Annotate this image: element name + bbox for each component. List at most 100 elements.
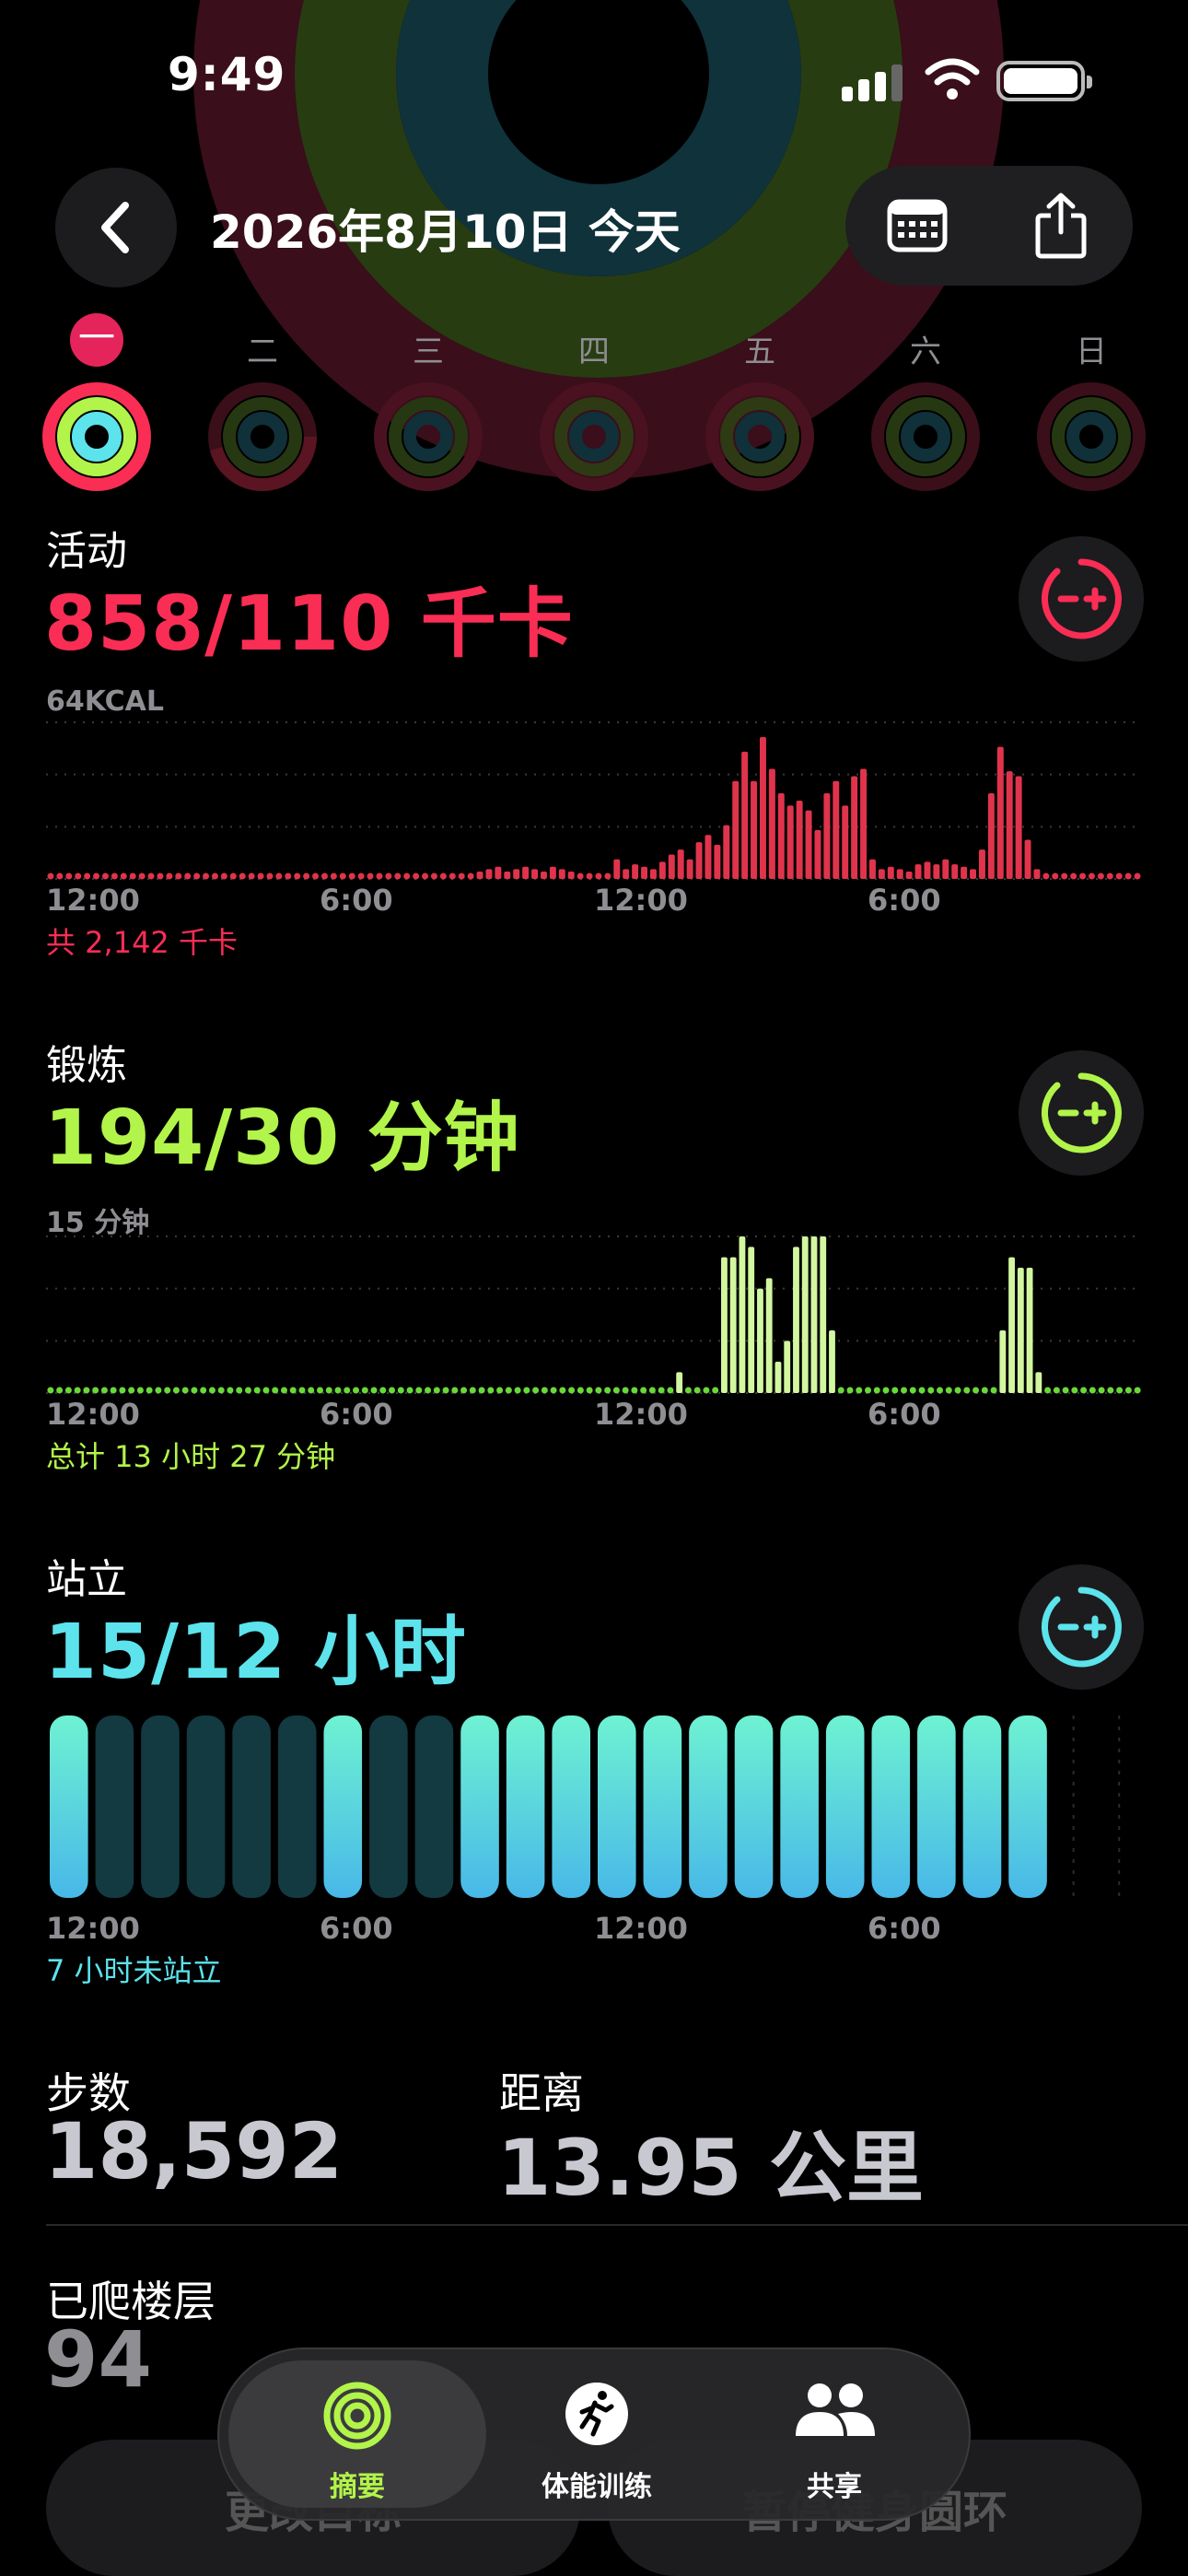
data-dot (712, 1387, 719, 1394)
data-dot (1080, 1387, 1088, 1394)
x-tick: 12:00 (46, 1911, 140, 1946)
data-dot (211, 872, 218, 880)
move-section: 活动 858/110 千卡 64KCAL 12:00 6:00 12:00 6:… (0, 518, 1188, 960)
date-title: 2026年8月10日 今天 (210, 205, 681, 259)
cellular-signal-icon (842, 64, 908, 101)
data-bar (567, 872, 575, 879)
tab-bar: 摘要 体能训练 共享 (217, 2348, 971, 2521)
data-dot (166, 872, 173, 880)
activity-rings-icon (42, 382, 151, 491)
day-thu[interactable]: 四 (525, 313, 663, 498)
stand-goal-button[interactable] (1019, 1564, 1144, 1690)
stand-hour-bar (506, 1715, 545, 1898)
back-button[interactable] (55, 168, 177, 287)
move-value: 858/110 千卡 (44, 580, 574, 668)
day-sat[interactable]: 六 (856, 313, 995, 498)
activity-rings-icon (374, 382, 483, 491)
data-dot (385, 872, 392, 880)
x-tick: 12:00 (594, 1397, 688, 1432)
data-dot (837, 1387, 844, 1394)
stand-hour-bar (780, 1715, 819, 1898)
data-dot (469, 1387, 476, 1394)
data-dot (846, 1387, 854, 1394)
data-dot (467, 872, 474, 880)
data-dot (348, 872, 355, 880)
data-bar (677, 849, 684, 879)
day-mon[interactable]: 一 (28, 313, 166, 498)
data-dot (370, 1387, 378, 1394)
tab-summary[interactable]: 摘要 (228, 2360, 486, 2508)
stand-total: 7 小时未站立 (46, 1953, 222, 1988)
data-dot (439, 872, 447, 880)
data-dot (918, 1387, 926, 1394)
data-dot (172, 1387, 180, 1394)
stand-hour-bar (460, 1715, 499, 1898)
data-dot (92, 1387, 99, 1394)
data-bar (522, 866, 530, 879)
data-dot (200, 1387, 207, 1394)
stand-hour-bar (552, 1715, 590, 1898)
data-dot (120, 872, 127, 880)
stand-hour-bar (825, 1715, 865, 1898)
data-dot (146, 1387, 153, 1394)
data-dot (83, 1387, 90, 1394)
day-wed[interactable]: 三 (359, 313, 497, 498)
data-dot (275, 872, 283, 880)
data-dot (927, 1387, 935, 1394)
day-label: 三 (413, 334, 444, 370)
data-dot (136, 1387, 144, 1394)
data-dot (891, 1387, 899, 1394)
data-bar (531, 869, 539, 879)
stand-hour-bar (186, 1715, 226, 1898)
data-bar (942, 859, 949, 879)
data-dot (451, 1387, 459, 1394)
data-dot (379, 1387, 387, 1394)
stand-hour-bar (141, 1715, 180, 1898)
data-dot (1052, 872, 1059, 880)
data-dot (1107, 1387, 1114, 1394)
x-tick: 6:00 (868, 1911, 941, 1946)
x-tick: 12:00 (594, 883, 688, 918)
stand-hour-bar (369, 1715, 408, 1898)
data-dot (266, 872, 274, 880)
data-dot (394, 872, 402, 880)
exercise-goal-button[interactable] (1019, 1050, 1144, 1176)
tab-label: 体能训练 (542, 2471, 652, 2503)
data-dot (47, 1387, 54, 1394)
data-bar (924, 861, 931, 879)
data-dot (111, 872, 118, 880)
day-fri[interactable]: 五 (691, 313, 829, 498)
data-dot (294, 872, 301, 880)
data-dot (496, 1387, 504, 1394)
calendar-button[interactable] (845, 166, 989, 286)
adjust-goal-icon (1042, 1587, 1122, 1668)
data-dot (280, 1387, 287, 1394)
day-tue[interactable]: 二 (193, 313, 332, 498)
data-dot (595, 872, 602, 880)
data-bar (999, 1330, 1007, 1393)
day-sun[interactable]: 日 (1022, 313, 1160, 498)
data-dot (239, 872, 246, 880)
data-bar (732, 780, 740, 879)
data-dot (577, 872, 584, 880)
tab-sharing[interactable]: 共享 (705, 2360, 963, 2508)
data-bar (775, 1362, 782, 1393)
move-goal-button[interactable] (1019, 536, 1144, 662)
data-dot (84, 872, 91, 880)
data-dot (253, 1387, 261, 1394)
share-button[interactable] (989, 166, 1133, 286)
data-dot (1106, 872, 1113, 880)
data-dot (334, 1387, 342, 1394)
data-bar (613, 859, 621, 879)
tab-label: 摘要 (330, 2471, 385, 2503)
stand-hour-bar (323, 1715, 363, 1898)
stand-hour-bar (643, 1715, 682, 1898)
data-dot (430, 872, 437, 880)
stand-hour-bar (50, 1715, 88, 1898)
data-dot (128, 1387, 135, 1394)
data-dot (317, 1387, 323, 1394)
tab-workouts[interactable]: 体能训练 (468, 2360, 726, 2508)
data-bar (695, 842, 703, 879)
data-dot (1044, 1387, 1052, 1394)
data-dot (47, 872, 54, 880)
